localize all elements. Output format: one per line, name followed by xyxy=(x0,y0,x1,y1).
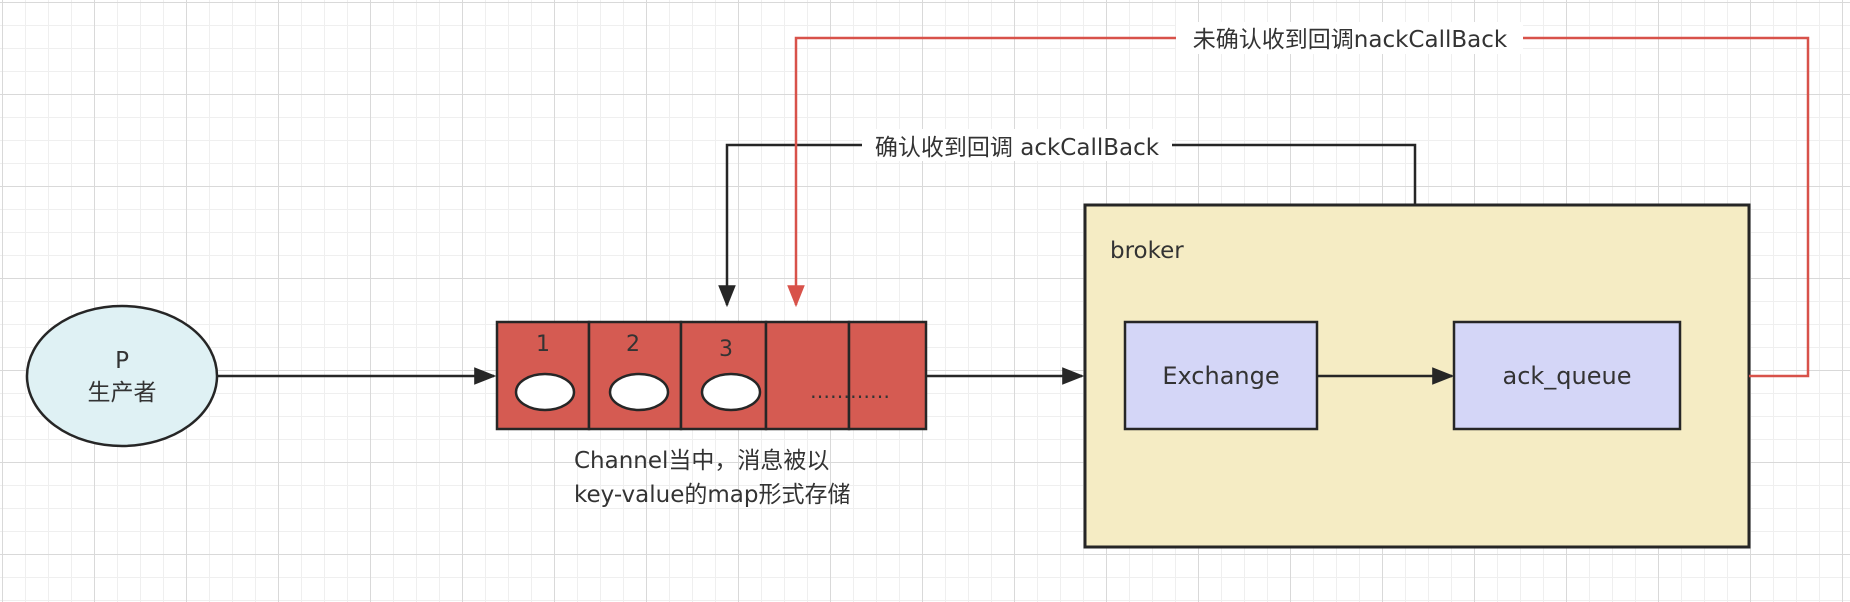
producer-symbol: P xyxy=(115,348,129,374)
message-token xyxy=(608,372,670,412)
channel-queue: 1 2 3 ………… xyxy=(495,320,928,431)
slot-number: 3 xyxy=(719,337,733,362)
channel-caption-line2: key-value的map形式存储 xyxy=(574,482,850,508)
message-token xyxy=(700,372,762,412)
message-token xyxy=(514,372,576,412)
channel-slot xyxy=(847,320,928,431)
nack-callback-label: 未确认收到回调nackCallBack xyxy=(1193,27,1508,53)
producer-node xyxy=(25,304,219,448)
diagram-canvas: broker Exchange ack_queue P 生产者 1 2 3 ……… xyxy=(25,22,1810,549)
slot-number: 1 xyxy=(536,332,550,357)
ack-callback-label: 确认收到回调 ackCallBack xyxy=(875,135,1160,161)
broker-label: broker xyxy=(1110,238,1184,264)
slot-number: 2 xyxy=(626,332,640,357)
channel-slot xyxy=(764,320,851,431)
channel-caption-line1: Channel当中，消息被以 xyxy=(574,448,829,474)
ack-queue-label: ack_queue xyxy=(1503,362,1632,390)
slot-ellipsis: ………… xyxy=(810,379,890,403)
exchange-label: Exchange xyxy=(1162,362,1279,390)
producer-label: 生产者 xyxy=(88,380,157,406)
